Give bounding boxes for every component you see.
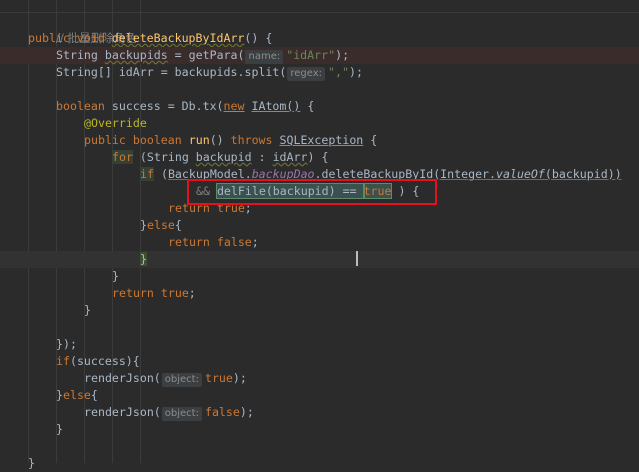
string-literal: "idArr": [286, 48, 336, 62]
code-text: {: [300, 99, 315, 113]
brace: }: [140, 218, 147, 232]
variable-name: idArr: [272, 150, 308, 164]
variable-name: backupid: [195, 150, 252, 164]
parameter-hint: object:: [161, 407, 202, 421]
code-line-brace[interactable]: }: [0, 302, 639, 319]
code-line-method-signature[interactable]: public void deleteBackupByIdArr() {: [0, 30, 639, 47]
code-text: ;: [251, 235, 259, 249]
keyword: for: [112, 150, 133, 164]
code-line-comment[interactable]: // 批量删除角色: [0, 13, 639, 45]
keyword: public: [84, 133, 126, 147]
class-name: IAtom(): [251, 99, 301, 113]
code-line-if-success[interactable]: if(success){: [0, 353, 639, 370]
code-text: (: [153, 167, 168, 181]
keyword: else: [146, 218, 175, 232]
keyword: if: [56, 354, 70, 368]
code-line-brace[interactable]: }: [0, 455, 639, 472]
text-cursor: [356, 251, 358, 266]
brace: }: [112, 269, 119, 283]
code-line-else[interactable]: }else{: [0, 217, 639, 234]
keyword: return: [168, 235, 210, 249]
keyword: false: [216, 235, 252, 249]
code-line-return-false[interactable]: return false;: [0, 234, 639, 251]
keyword: throws: [230, 133, 273, 147]
string-literal: ",": [328, 65, 349, 79]
code-line-else[interactable]: }else{: [0, 387, 639, 404]
code-line-close-tx[interactable]: });: [0, 336, 639, 353]
parameter-hint: object:: [161, 373, 202, 387]
brace: }: [28, 456, 35, 470]
method-name: valueOf: [496, 167, 545, 181]
code-line-for[interactable]: for (String backupid : idArr) {: [0, 149, 639, 166]
keyword: void: [76, 31, 105, 45]
keyword: public: [28, 31, 70, 45]
code-text: (success){: [69, 354, 140, 368]
brace: }: [56, 388, 63, 402]
method-name: run: [188, 133, 210, 147]
brace: {: [174, 218, 182, 232]
code-line-render-true[interactable]: renderJson(object: true);: [0, 370, 639, 387]
code-line-run-signature[interactable]: public boolean run() throws SQLException…: [0, 132, 639, 149]
code-line-render-false[interactable]: renderJson(object: false);: [0, 404, 639, 421]
code-text: () {: [244, 31, 273, 45]
code-line-split[interactable]: String[] idArr = backupids.split(regex: "…: [0, 64, 639, 81]
code-text: ) {: [307, 150, 329, 164]
code-text: (): [209, 133, 231, 147]
code-text: {: [363, 133, 378, 147]
variable-name: backupids: [104, 48, 168, 62]
code-line-tx[interactable]: boolean success = Db.tx(new IAtom() {: [0, 98, 639, 115]
code-text: ;: [188, 286, 196, 300]
brace: }: [140, 252, 147, 266]
code-editor[interactable]: // 批量删除角色 public void deleteBackupByIdAr…: [0, 0, 639, 470]
code-text: = getPara(: [167, 48, 245, 62]
code-text: (backupid)): [544, 167, 622, 181]
code-text: );: [348, 65, 363, 79]
code-text: );: [335, 48, 350, 62]
keyword: boolean: [132, 133, 182, 147]
method-name: deleteBackupByIdArr: [111, 31, 245, 45]
code-text: success = Db.tx(: [104, 99, 224, 113]
parameter-hint: name:: [245, 50, 284, 64]
type-name: String[]: [56, 65, 112, 79]
brace: {: [90, 388, 98, 402]
keyword: if: [140, 167, 154, 181]
code-line-getpara[interactable]: String backupids = getPara(name: "idArr")…: [0, 47, 639, 64]
annotation: @Override: [84, 116, 147, 130]
code-text: :: [251, 150, 273, 164]
code-line-return-true[interactable]: return true;: [0, 285, 639, 302]
brace: }: [56, 422, 63, 436]
keyword: false: [204, 405, 240, 419]
brace: });: [56, 337, 77, 351]
code-line-brace[interactable]: }: [0, 421, 639, 438]
code-text: renderJson(: [84, 371, 161, 385]
brace: }: [84, 303, 91, 317]
code-line-brace[interactable]: }: [0, 268, 639, 285]
class-name: SQLException: [279, 133, 364, 147]
keyword: true: [160, 286, 189, 300]
code-text: renderJson(: [84, 405, 161, 419]
red-highlight-box: [187, 179, 437, 205]
keyword: return: [112, 286, 154, 300]
code-text: (String: [132, 150, 196, 164]
parameter-hint: regex:: [287, 67, 326, 81]
keyword: new: [223, 99, 245, 113]
code-text: idArr = backupids.split(: [111, 65, 287, 79]
code-line-current[interactable]: }: [0, 251, 639, 268]
code-line-annotation[interactable]: @Override: [0, 115, 639, 132]
code-text: );: [239, 405, 254, 419]
keyword: true: [204, 371, 233, 385]
keyword: else: [62, 388, 91, 402]
code-text: );: [232, 371, 247, 385]
keyword: boolean: [56, 99, 105, 113]
type-name: String: [56, 48, 98, 62]
